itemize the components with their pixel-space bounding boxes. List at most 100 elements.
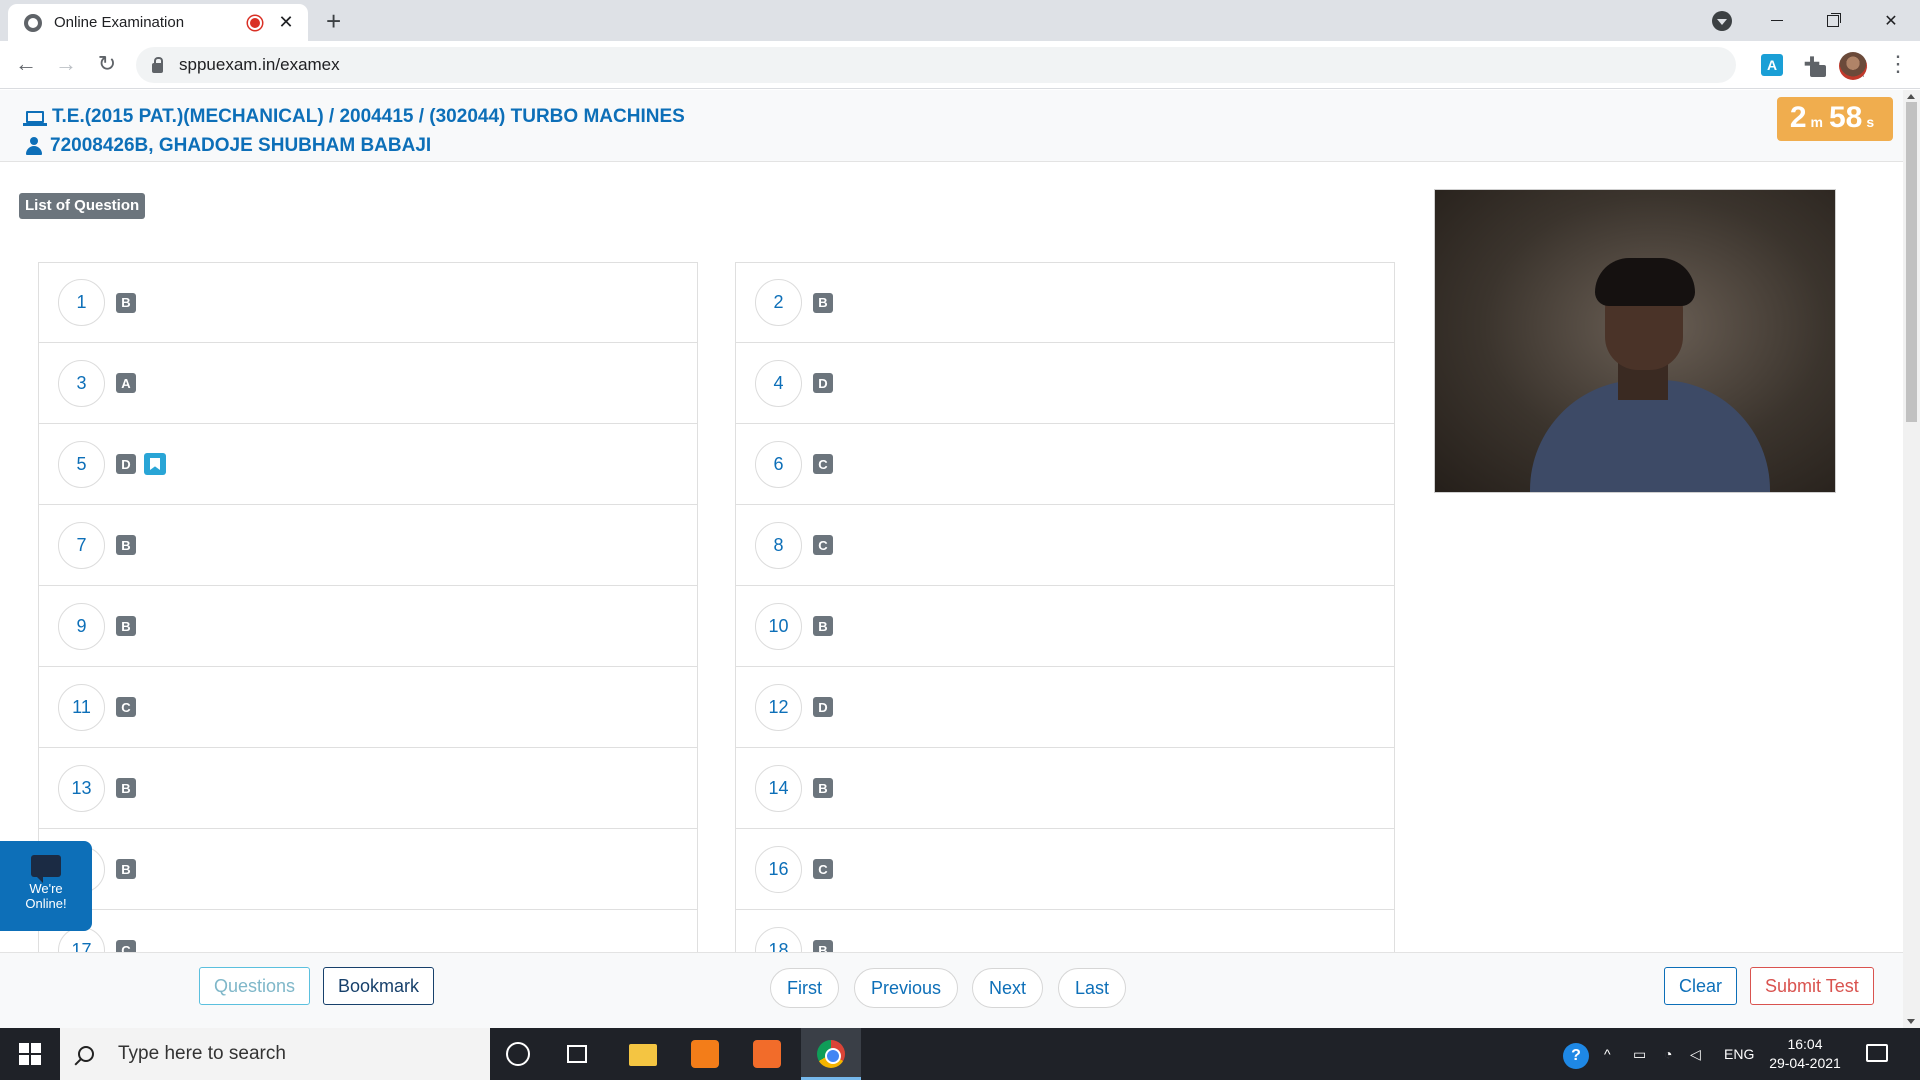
answer-badge: B: [116, 292, 136, 313]
question-row[interactable]: 10 B: [735, 586, 1395, 667]
file-explorer-icon[interactable]: [629, 1044, 657, 1066]
cortana-icon[interactable]: [506, 1042, 530, 1066]
exam-footer: Questions Bookmark First Previous Next L…: [0, 952, 1903, 1028]
student-info: 72008426B, GHADOJE SHUBHAM BABAJI: [26, 135, 431, 157]
question-number-button[interactable]: 8: [755, 521, 802, 569]
extension-icon[interactable]: A: [1761, 54, 1783, 76]
question-list-label: List of Question: [19, 193, 146, 219]
task-view-icon[interactable]: [567, 1045, 587, 1063]
scroll-down-arrow-icon[interactable]: [1907, 1019, 1915, 1024]
notification-icon[interactable]: [1866, 1044, 1888, 1062]
tray-chevron-up-icon[interactable]: ^: [1604, 1028, 1611, 1080]
url-text[interactable]: sppuexam.in/examex: [179, 55, 340, 75]
course-title: T.E.(2015 PAT.)(MECHANICAL) / 2004415 / …: [23, 106, 685, 128]
question-number-button[interactable]: 9: [58, 602, 105, 650]
question-row[interactable]: 16 C: [735, 829, 1395, 910]
question-row[interactable]: 4D: [735, 343, 1395, 424]
question-number-button[interactable]: 16: [755, 845, 802, 893]
question-number-button[interactable]: 1: [58, 279, 105, 326]
question-number-button[interactable]: 6: [755, 440, 802, 488]
profile-avatar[interactable]: [1839, 52, 1867, 80]
next-button[interactable]: Next: [972, 968, 1044, 1008]
course-text: T.E.(2015 PAT.)(MECHANICAL) / 2004415 / …: [52, 106, 685, 127]
tab-search-icon[interactable]: [1712, 11, 1732, 31]
kebab-menu-icon[interactable]: ⋮: [1887, 51, 1909, 77]
reload-icon[interactable]: ↻: [93, 51, 121, 77]
question-number-button[interactable]: 11: [58, 683, 105, 731]
language-indicator[interactable]: ENG: [1724, 1028, 1754, 1080]
clock-date: 29-04-2021: [1769, 1055, 1841, 1071]
chat-bubble-icon: [31, 855, 61, 883]
question-number-button[interactable]: 4: [755, 359, 802, 407]
first-button[interactable]: First: [770, 968, 839, 1008]
question-row[interactable]: 7B: [38, 505, 698, 586]
clear-button[interactable]: Clear: [1664, 967, 1738, 1005]
scroll-thumb[interactable]: [1906, 102, 1917, 422]
timer-seconds-unit: s: [1866, 114, 1875, 130]
wifi-icon[interactable]: ◔: [1664, 1028, 1672, 1080]
question-number-button[interactable]: 10: [755, 602, 802, 650]
taskbar-search-placeholder[interactable]: Type here to search: [118, 1043, 286, 1065]
bookmark-button[interactable]: Bookmark: [323, 967, 435, 1005]
tab-close-icon[interactable]: ✕: [276, 12, 296, 33]
question-number-button[interactable]: 3: [58, 359, 105, 407]
address-bar[interactable]: sppuexam.in/examex ☆: [136, 47, 1869, 83]
question-row[interactable]: 8C: [735, 505, 1395, 586]
question-number-button[interactable]: 5: [58, 440, 105, 488]
maximize-button[interactable]: [1810, 0, 1856, 41]
previous-button[interactable]: Previous: [854, 968, 959, 1008]
answer-badge: C: [813, 859, 833, 879]
answer-badge: C: [116, 697, 136, 717]
question-row[interactable]: 5D: [38, 424, 698, 505]
question-row[interactable]: 13 B: [38, 748, 698, 829]
back-arrow-icon[interactable]: ←: [12, 51, 40, 77]
windows-start-icon[interactable]: [0, 1028, 60, 1080]
question-row[interactable]: 12 D: [735, 667, 1395, 748]
answer-badge: B: [116, 535, 136, 555]
answer-badge: B: [813, 778, 833, 798]
chat-widget[interactable]: We're Online!: [0, 841, 92, 931]
answer-badge: B: [116, 859, 136, 879]
question-row[interactable]: 14 B: [735, 748, 1395, 829]
last-button[interactable]: Last: [1058, 968, 1127, 1008]
question-number-button[interactable]: 12: [755, 683, 802, 731]
taskbar-search[interactable]: Type here to search: [60, 1028, 490, 1080]
bookmark-icon: [144, 453, 166, 475]
browser-tab[interactable]: Online Examination ✕: [8, 4, 308, 41]
chat-line-1: We're: [29, 881, 63, 896]
new-tab-button[interactable]: +: [326, 6, 341, 37]
question-row[interactable]: 1B: [38, 262, 698, 343]
xampp-icon[interactable]: [753, 1040, 781, 1068]
minimize-button[interactable]: [1754, 0, 1800, 41]
submit-test-button[interactable]: Submit Test: [1750, 967, 1874, 1005]
question-row[interactable]: 15B: [38, 829, 698, 910]
question-number-button[interactable]: 13: [58, 764, 105, 812]
puzzle-icon[interactable]: ✚: [1801, 54, 1823, 76]
forward-arrow-icon[interactable]: →: [52, 51, 80, 77]
lock-icon[interactable]: [152, 57, 163, 73]
question-row[interactable]: 6C: [735, 424, 1395, 505]
question-number-button[interactable]: 2: [755, 279, 802, 326]
battery-icon[interactable]: ▭: [1633, 1028, 1646, 1080]
laptop-icon: [23, 111, 47, 126]
question-row[interactable]: 11 C: [38, 667, 698, 748]
question-list-left: 1B3A5D7B9B11C13B15B17C: [38, 262, 698, 991]
taskbar-clock[interactable]: 16:04 29-04-2021: [1762, 1035, 1848, 1073]
question-row[interactable]: 3A: [38, 343, 698, 424]
window-close-button[interactable]: ✕: [1868, 0, 1914, 41]
question-number-button[interactable]: 14: [755, 764, 802, 812]
question-number-button[interactable]: 7: [58, 521, 105, 569]
chrome-icon[interactable]: [801, 1028, 861, 1080]
scroll-up-arrow-icon[interactable]: [1907, 94, 1915, 99]
help-icon[interactable]: ?: [1563, 1043, 1589, 1069]
sublime-text-icon[interactable]: [691, 1040, 719, 1068]
question-list-right: 2 B 4 D 6 C 8 C 10 B 12 D 14 B 16 C 18 B: [735, 262, 1395, 991]
page-scrollbar[interactable]: [1903, 90, 1920, 1028]
volume-icon[interactable]: ◁: [1690, 1028, 1701, 1080]
question-row[interactable]: 9B: [38, 586, 698, 667]
question-row[interactable]: 2B: [735, 262, 1395, 343]
tab-title: Online Examination: [54, 14, 185, 31]
timer-minutes: 2: [1789, 101, 1807, 134]
questions-button[interactable]: Questions: [199, 967, 311, 1005]
answer-badge: C: [813, 454, 833, 474]
